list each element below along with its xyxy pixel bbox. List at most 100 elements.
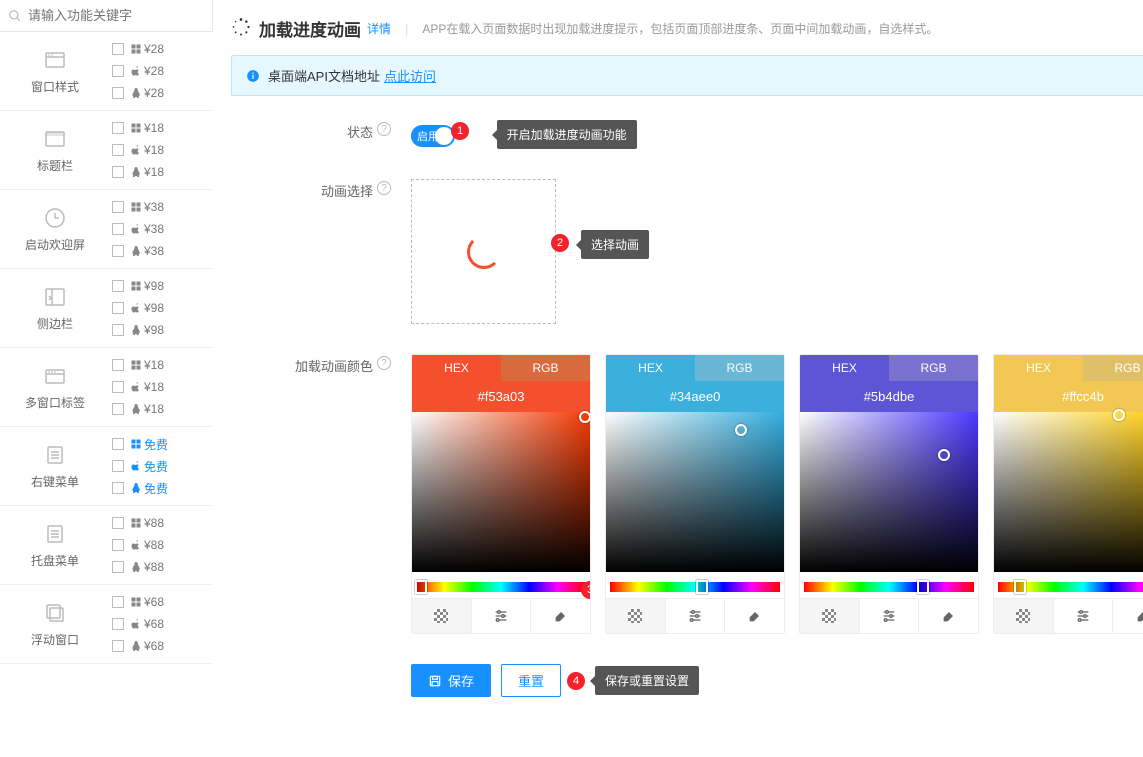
checkbox[interactable]: [112, 438, 124, 450]
sliders-tab[interactable]: [1054, 599, 1114, 633]
sidebar-item[interactable]: 托盘菜单¥88¥88¥88: [0, 506, 213, 585]
sliders-tab[interactable]: [860, 599, 920, 633]
price-row[interactable]: ¥98: [110, 297, 213, 319]
hue-handle[interactable]: [917, 580, 929, 594]
sv-cursor[interactable]: [735, 424, 747, 436]
hue-handle[interactable]: [415, 580, 427, 594]
checkbox[interactable]: [112, 381, 124, 393]
swatch-tab[interactable]: [800, 599, 860, 633]
sidebar-item[interactable]: 侧边栏¥98¥98¥98: [0, 269, 213, 348]
checkbox[interactable]: [112, 596, 124, 608]
anim-preview-slot[interactable]: [411, 179, 556, 324]
checkbox[interactable]: [112, 324, 124, 336]
tab-hex[interactable]: HEX: [606, 355, 695, 381]
sliders-tab[interactable]: [666, 599, 726, 633]
checkbox[interactable]: [112, 517, 124, 529]
checkbox[interactable]: [112, 166, 124, 178]
price-row[interactable]: ¥68: [110, 591, 213, 613]
checkbox[interactable]: [112, 403, 124, 415]
price-row[interactable]: 免费: [110, 455, 213, 477]
tab-hex[interactable]: HEX: [800, 355, 889, 381]
search-input[interactable]: [22, 8, 204, 23]
swatch-tab[interactable]: [412, 599, 472, 633]
saturation-panel[interactable]: [606, 412, 784, 572]
tab-rgb[interactable]: RGB: [501, 355, 590, 381]
checkbox[interactable]: [112, 460, 124, 472]
price-row[interactable]: ¥28: [110, 82, 213, 104]
price-row[interactable]: ¥68: [110, 635, 213, 657]
sidebar-item[interactable]: 浮动窗口¥68¥68¥68: [0, 585, 213, 664]
tab-hex[interactable]: HEX: [412, 355, 501, 381]
checkbox[interactable]: [112, 87, 124, 99]
price-row[interactable]: ¥38: [110, 240, 213, 262]
sv-cursor[interactable]: [579, 411, 591, 423]
checkbox[interactable]: [112, 539, 124, 551]
checkbox[interactable]: [112, 482, 124, 494]
checkbox[interactable]: [112, 65, 124, 77]
hue-slider[interactable]: [416, 582, 586, 592]
hue-slider[interactable]: [804, 582, 974, 592]
price-row[interactable]: ¥88: [110, 534, 213, 556]
checkbox[interactable]: [112, 223, 124, 235]
price-row[interactable]: ¥18: [110, 354, 213, 376]
checkbox[interactable]: [112, 144, 124, 156]
eyedrop-tab[interactable]: [725, 599, 784, 633]
tab-hex[interactable]: HEX: [994, 355, 1083, 381]
checkbox[interactable]: [112, 561, 124, 573]
checkbox[interactable]: [112, 43, 124, 55]
saturation-panel[interactable]: [412, 412, 590, 572]
price-row[interactable]: ¥38: [110, 218, 213, 240]
tab-rgb[interactable]: RGB: [695, 355, 784, 381]
hue-slider[interactable]: [610, 582, 780, 592]
checkbox[interactable]: [112, 201, 124, 213]
checkbox[interactable]: [112, 245, 124, 257]
price-row[interactable]: ¥18: [110, 161, 213, 183]
price-row[interactable]: ¥28: [110, 60, 213, 82]
checkbox[interactable]: [112, 122, 124, 134]
swatch-tab[interactable]: [994, 599, 1054, 633]
sidebar-item[interactable]: 标题栏¥18¥18¥18: [0, 111, 213, 190]
price-row[interactable]: ¥98: [110, 319, 213, 341]
save-button[interactable]: 保存: [411, 664, 491, 697]
price-row[interactable]: ¥18: [110, 398, 213, 420]
price-row[interactable]: 免费: [110, 477, 213, 499]
price-row[interactable]: ¥98: [110, 275, 213, 297]
sv-cursor[interactable]: [1113, 409, 1125, 421]
eyedrop-tab[interactable]: [919, 599, 978, 633]
price-row[interactable]: ¥18: [110, 139, 213, 161]
checkbox[interactable]: [112, 640, 124, 652]
checkbox[interactable]: [112, 302, 124, 314]
sliders-tab[interactable]: [472, 599, 532, 633]
price-row[interactable]: ¥18: [110, 117, 213, 139]
eyedrop-tab[interactable]: [1113, 599, 1143, 633]
price-row[interactable]: ¥28: [110, 38, 213, 60]
saturation-panel[interactable]: [994, 412, 1143, 572]
reset-button[interactable]: 重置: [501, 664, 561, 697]
hue-handle[interactable]: [1014, 580, 1026, 594]
sidebar-item[interactable]: 多窗口标签¥18¥18¥18: [0, 348, 213, 427]
price-row[interactable]: ¥18: [110, 376, 213, 398]
api-link[interactable]: 点此访问: [384, 66, 436, 85]
saturation-panel[interactable]: [800, 412, 978, 572]
price-row[interactable]: ¥38: [110, 196, 213, 218]
help-icon[interactable]: ?: [377, 122, 391, 136]
help-icon[interactable]: ?: [377, 181, 391, 195]
sidebar-item[interactable]: 启动欢迎屏¥38¥38¥38: [0, 190, 213, 269]
enable-switch[interactable]: 启用: [411, 125, 455, 147]
hue-handle[interactable]: [696, 580, 708, 594]
checkbox[interactable]: [112, 280, 124, 292]
price-row[interactable]: ¥88: [110, 556, 213, 578]
price-row[interactable]: ¥68: [110, 613, 213, 635]
sidebar-item[interactable]: 窗口样式¥28¥28¥28: [0, 32, 213, 111]
hue-slider[interactable]: [998, 582, 1143, 592]
sidebar-item[interactable]: 右键菜单免费免费免费: [0, 427, 213, 506]
help-icon[interactable]: ?: [377, 356, 391, 370]
checkbox[interactable]: [112, 359, 124, 371]
price-row[interactable]: ¥88: [110, 512, 213, 534]
price-row[interactable]: 免费: [110, 433, 213, 455]
tab-rgb[interactable]: RGB: [1083, 355, 1143, 381]
eyedrop-tab[interactable]: [531, 599, 590, 633]
swatch-tab[interactable]: [606, 599, 666, 633]
tab-rgb[interactable]: RGB: [889, 355, 978, 381]
sv-cursor[interactable]: [938, 449, 950, 461]
